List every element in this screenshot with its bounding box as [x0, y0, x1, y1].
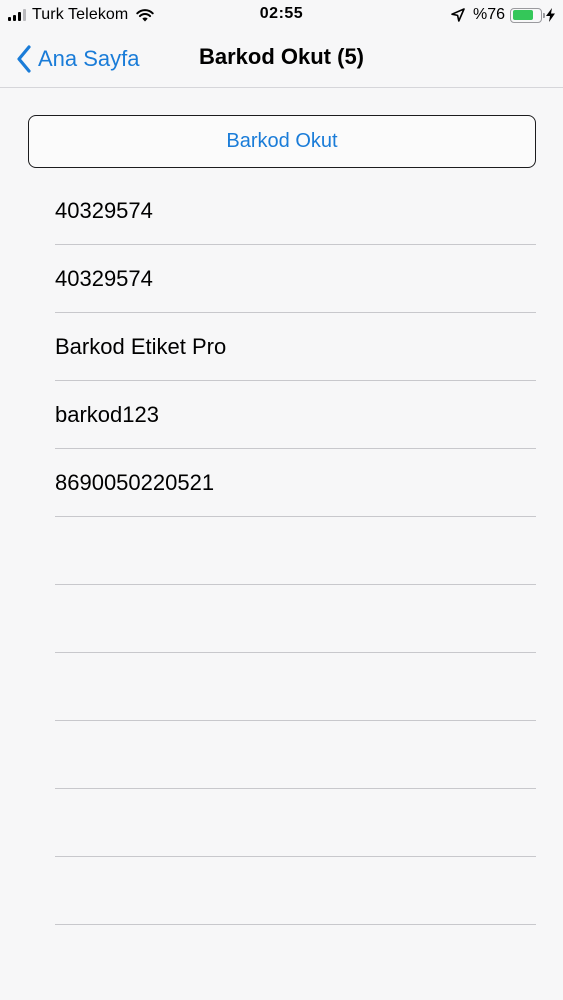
battery-icon [510, 7, 545, 23]
back-button-label: Ana Sayfa [38, 46, 140, 71]
list-item-text: 8690050220521 [55, 469, 215, 495]
empty-list-row [55, 517, 536, 585]
list-item[interactable]: Barkod Etiket Pro [55, 313, 536, 381]
list-item[interactable]: 8690050220521 [55, 449, 536, 517]
chevron-left-icon [17, 45, 31, 73]
empty-list-row [55, 721, 536, 789]
empty-list-row [55, 653, 536, 721]
barcode-list: 40329574 40329574 Barkod Etiket Pro bark… [55, 177, 536, 925]
list-item[interactable]: 40329574 [55, 177, 536, 245]
navigation-bar: Ana Sayfa Barkod Okut (5) [0, 30, 563, 88]
list-item[interactable]: barkod123 [55, 381, 536, 449]
location-icon [451, 8, 465, 22]
battery-percent: %76 [472, 6, 505, 23]
empty-list-row [55, 789, 536, 857]
list-item[interactable]: 40329574 [55, 245, 536, 313]
list-item-text: 40329574 [55, 265, 153, 291]
list-item-text: Barkod Etiket Pro [55, 333, 227, 359]
back-button[interactable]: Ana Sayfa [16, 42, 140, 76]
status-bar-right: %76 [451, 4, 555, 26]
list-item-text: 40329574 [55, 197, 153, 223]
list-item-text: barkod123 [55, 401, 159, 427]
scan-barcode-button[interactable]: Barkod Okut [28, 115, 536, 168]
status-bar: Turk Telekom 02:55 %76 [0, 0, 563, 30]
charging-bolt-icon [546, 8, 555, 22]
empty-list-row [55, 585, 536, 653]
battery-fill [512, 10, 534, 20]
empty-list-row [55, 857, 536, 925]
battery-nub [542, 12, 545, 18]
